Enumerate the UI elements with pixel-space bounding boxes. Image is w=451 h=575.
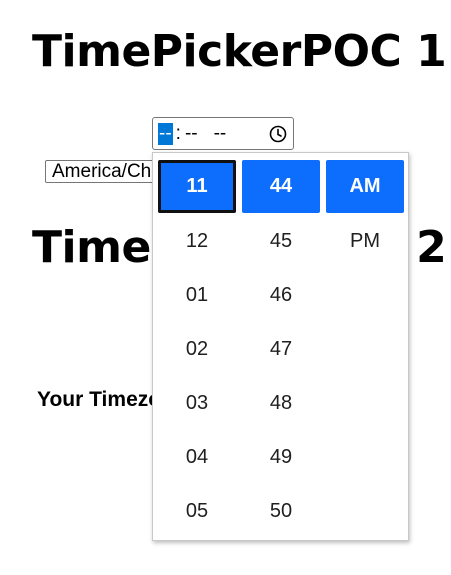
- hour-option[interactable]: 12: [158, 214, 236, 268]
- minute-option[interactable]: 46: [242, 268, 320, 322]
- time-separator: :: [175, 122, 181, 144]
- period-option[interactable]: PM: [326, 214, 404, 268]
- period-option[interactable]: AM: [326, 160, 404, 213]
- minute-segment[interactable]: --: [184, 123, 199, 145]
- hour-option[interactable]: 02: [158, 322, 236, 376]
- minute-option[interactable]: 50: [242, 484, 320, 538]
- minute-option[interactable]: 47: [242, 322, 320, 376]
- minute-option[interactable]: 44: [242, 160, 320, 213]
- clock-icon[interactable]: [269, 125, 287, 143]
- hour-option[interactable]: 03: [158, 376, 236, 430]
- hour-option[interactable]: 01: [158, 268, 236, 322]
- minute-column: 44 45 46 47 48 49 50: [242, 160, 320, 538]
- hour-column: 11 12 01 02 03 04 05: [158, 160, 236, 538]
- hour-option[interactable]: 11: [158, 160, 236, 213]
- hour-segment[interactable]: --: [158, 122, 173, 145]
- minute-option[interactable]: 48: [242, 376, 320, 430]
- hour-option[interactable]: 05: [158, 484, 236, 538]
- period-segment[interactable]: --: [213, 123, 228, 145]
- timezone-select[interactable]: America/Chicago: [45, 160, 163, 183]
- page-title-1: TimePickerPOC 1: [32, 26, 447, 77]
- period-column: AM PM: [326, 160, 404, 268]
- minute-option[interactable]: 49: [242, 430, 320, 484]
- hour-option[interactable]: 04: [158, 430, 236, 484]
- time-input[interactable]: -- : -- --: [152, 117, 294, 150]
- time-picker-popup: 11 12 01 02 03 04 05 44 45 46 47 48 49 50 AM PM: [152, 152, 409, 541]
- minute-option[interactable]: 45: [242, 214, 320, 268]
